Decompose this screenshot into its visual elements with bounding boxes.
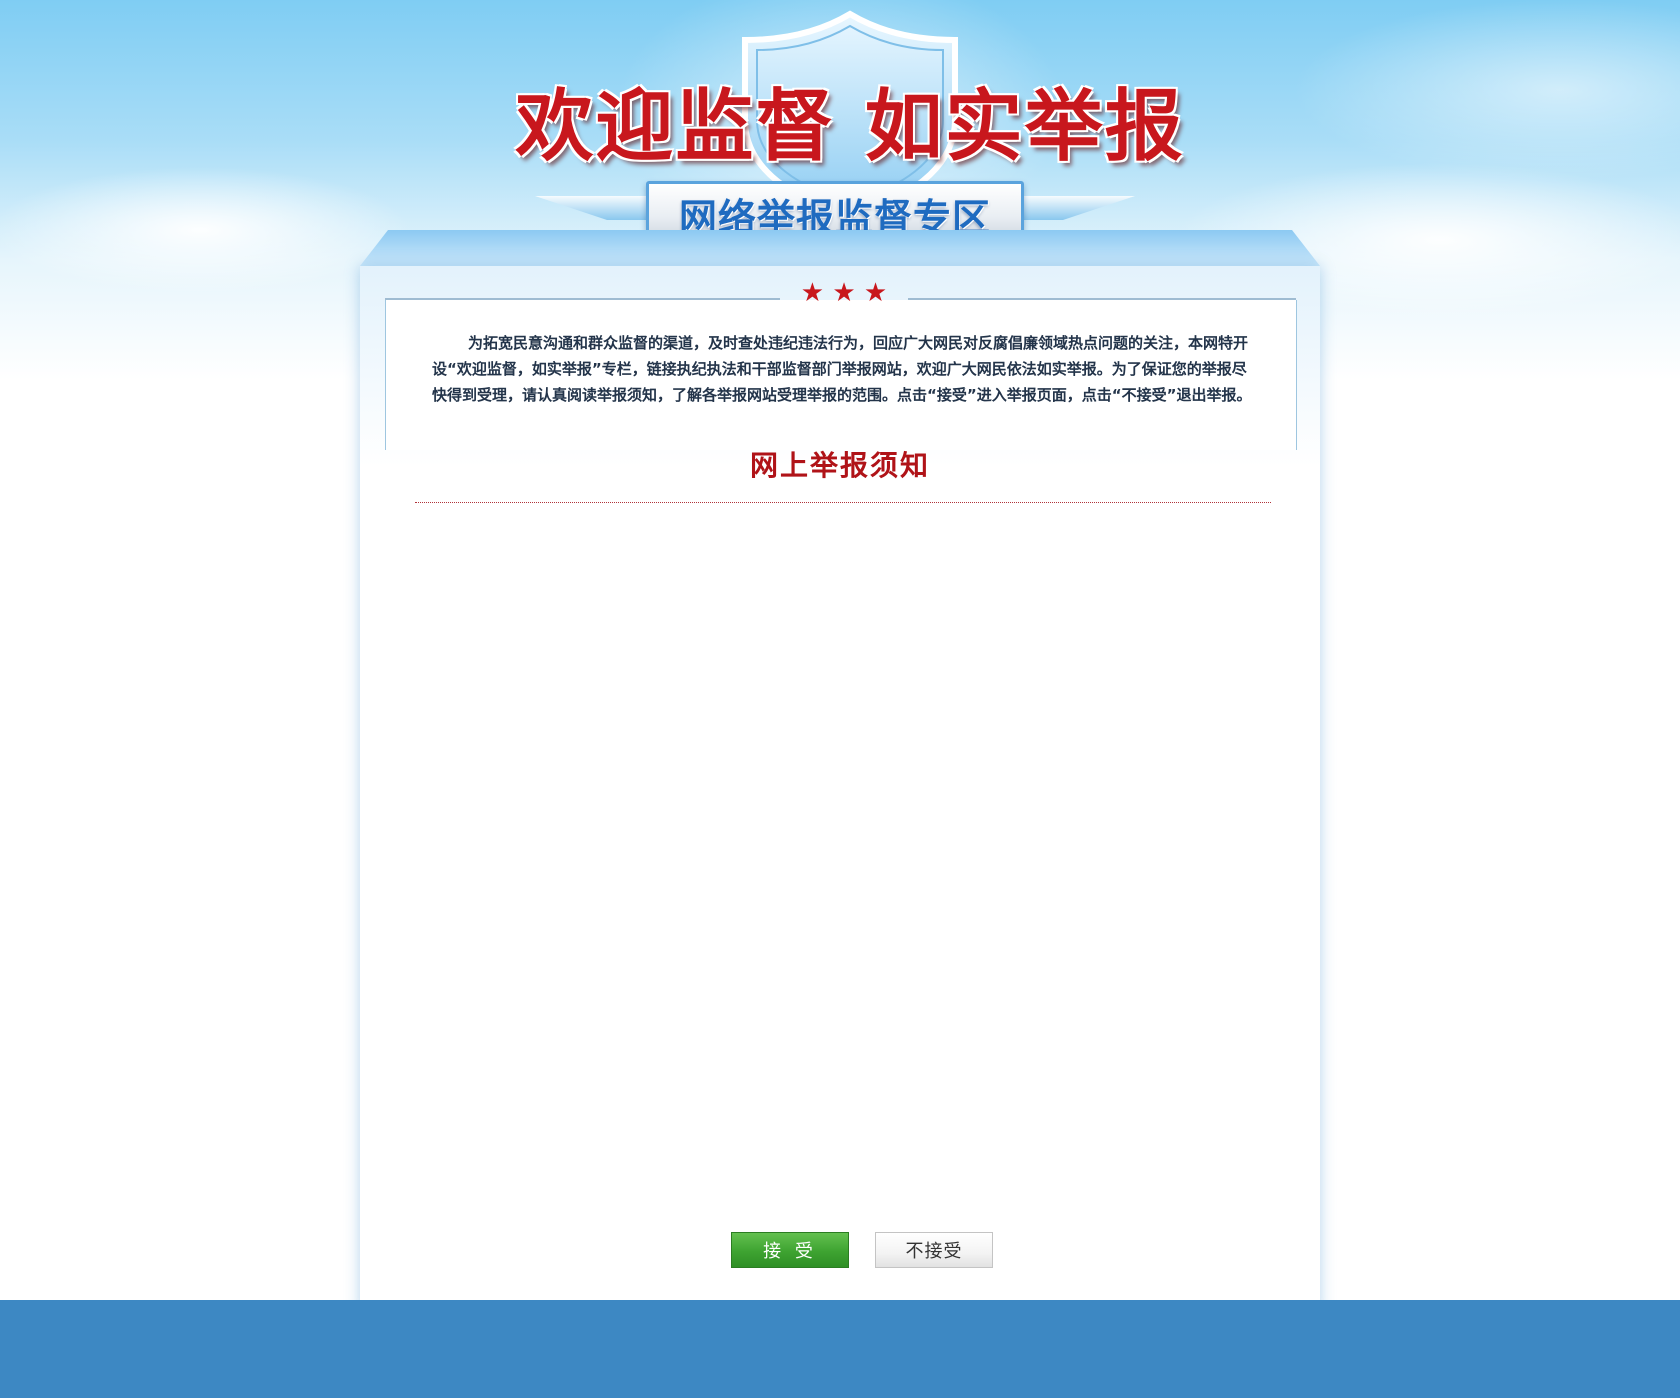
intro-text: 为拓宽民意沟通和群众监督的渠道，及时查处违纪违法行为，回应广大网民对反腐倡廉领域… [432, 334, 1252, 404]
notice-panel: ★ ★ ★ 为拓宽民意沟通和群众监督的渠道，及时查处违纪违法行为，回应广大网民对… [360, 266, 1320, 1314]
frame-line-left [385, 298, 780, 300]
footer-band [0, 1300, 1680, 1398]
decline-button[interactable]: 不接受 [875, 1232, 993, 1268]
slogan-title: 欢迎监督 如实举报 [515, 82, 1185, 172]
title-divider [415, 502, 1271, 503]
panel-header-bevel [360, 230, 1320, 266]
notice-title: 网上举报须知 [749, 449, 930, 482]
accept-button[interactable]: 接 受 [731, 1232, 849, 1268]
frame-line-right [908, 298, 1296, 300]
stars-icon: ★ ★ ★ [800, 278, 888, 308]
notice-content [415, 514, 1271, 1174]
